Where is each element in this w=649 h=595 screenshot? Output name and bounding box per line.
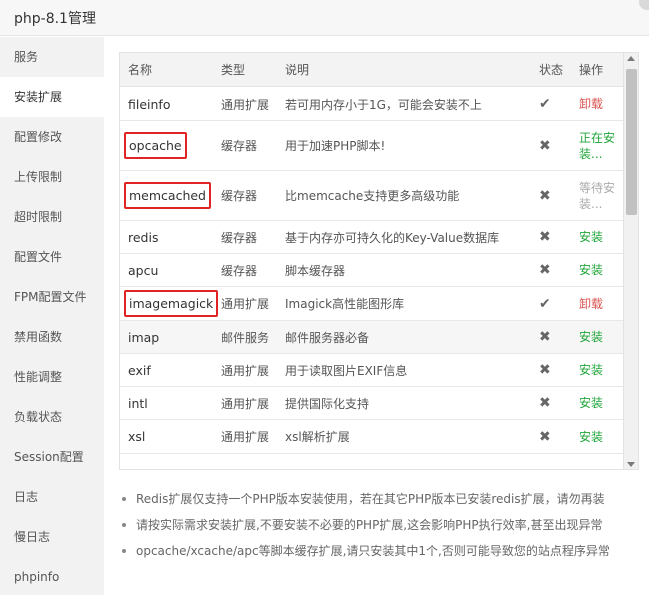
table-row: imagemagick 通用扩展 Imagick高性能图形库 ✔ 卸载 — [120, 287, 623, 321]
sidebar-item[interactable]: 安装扩展 — [0, 77, 104, 117]
extension-name: intl — [128, 395, 148, 411]
scroll-down-icon[interactable] — [627, 462, 635, 467]
extension-type: 邮件服务 — [221, 330, 270, 345]
sidebar-item[interactable]: 配置文件 — [0, 237, 104, 277]
sidebar-item[interactable]: 服务 — [0, 37, 104, 77]
sidebar-item[interactable]: 性能调整 — [0, 357, 104, 397]
sidebar-item[interactable]: phpinfo — [0, 557, 104, 595]
table-scrollbar[interactable] — [623, 53, 638, 469]
extension-type: 通用扩展 — [221, 430, 270, 444]
sidebar-item[interactable]: 上传限制 — [0, 157, 104, 197]
cross-icon: ✖ — [539, 262, 551, 278]
extension-name: apcu — [128, 262, 159, 278]
cross-icon: ✖ — [539, 187, 551, 204]
extension-description: 脚本缓存器 — [285, 263, 346, 278]
tip-item: Redis扩展仅支持一个PHP版本安装使用，若在其它PHP版本已安装redis扩… — [120, 490, 640, 516]
table-row: memcached 缓存器 比memcache支持更多高级功能 ✖ 等待安装... — [120, 171, 623, 221]
extension-action: 正在安装... — [579, 130, 616, 161]
extension-description: 若可用内存小于1G，可能会安装不上 — [285, 97, 482, 112]
table-header: 名称 类型 说明 状态 操作 — [120, 53, 623, 87]
extension-action[interactable]: 卸载 — [579, 296, 603, 312]
extension-type: 缓存器 — [221, 189, 258, 203]
extension-name: xsl — [128, 429, 146, 444]
extension-action[interactable]: 卸载 — [579, 96, 603, 112]
cross-icon: ✖ — [539, 362, 551, 378]
extension-type: 通用扩展 — [221, 97, 270, 112]
cross-icon: ✖ — [539, 329, 551, 345]
sidebar-item[interactable]: FPM配置文件 — [0, 277, 104, 317]
sidebar-item[interactable]: 日志 — [0, 477, 104, 517]
sidebar: 服务 安装扩展 配置修改 上传限制 超时限制 配置文件 FPM配置文件 禁用函数 性能调整 负载状… — [0, 37, 104, 595]
extension-description: xsl解析扩展 — [285, 430, 350, 444]
scrollbar-thumb[interactable] — [626, 69, 637, 215]
tips-list: Redis扩展仅支持一个PHP版本安装使用，若在其它PHP版本已安装redis扩… — [120, 490, 640, 568]
table-body: fileinfo 通用扩展 若可用内存小于1G，可能会安装不上 ✔ 卸载 opcache 缓… — [120, 88, 623, 454]
sidebar-item[interactable]: 负载状态 — [0, 397, 104, 437]
sidebar-item[interactable]: 配置修改 — [0, 117, 104, 157]
cross-icon: ✖ — [539, 428, 551, 445]
column-header-action: 操作 — [579, 63, 604, 77]
extension-action[interactable]: 安装 — [579, 395, 603, 411]
table-row: redis 缓存器 基于内存亦可持久化的Key-Value数据库 ✖ 安装 — [120, 221, 623, 254]
extension-type: 通用扩展 — [221, 363, 270, 378]
extension-description: 用于加速PHP脚本! — [285, 139, 386, 153]
extension-name: redis — [128, 229, 159, 245]
table-row: imap 邮件服务 邮件服务器必备 ✖ 安装 — [120, 321, 623, 354]
extension-action[interactable]: 安装 — [579, 429, 603, 445]
check-icon: ✔ — [539, 96, 551, 112]
extension-type: 缓存器 — [221, 230, 258, 245]
extension-description: 比memcache支持更多高级功能 — [285, 189, 460, 203]
check-icon: ✔ — [539, 295, 551, 312]
column-header-status: 状态 — [539, 63, 564, 77]
extension-name: exif — [128, 362, 151, 378]
extension-action: 等待安装... — [579, 180, 616, 211]
extension-type: 通用扩展 — [221, 297, 270, 311]
extension-description: 用于读取图片EXIF信息 — [285, 363, 408, 378]
table-row: exif 通用扩展 用于读取图片EXIF信息 ✖ 安装 — [120, 354, 623, 387]
window-titlebar: php-8.1管理 — [0, 0, 649, 36]
table-row: opcache 缓存器 用于加速PHP脚本! ✖ 正在安装... — [120, 121, 623, 171]
extension-name: opcache — [124, 132, 187, 159]
column-header-description: 说明 — [285, 63, 310, 77]
extension-action[interactable]: 安装 — [579, 362, 603, 378]
tip-item: 请按实际需求安装扩展,不要安装不必要的PHP扩展,这会影响PHP执行效率,甚至出… — [120, 516, 640, 542]
sidebar-item[interactable]: Session配置 — [0, 437, 104, 477]
extensions-table: 名称 类型 说明 状态 操作 fileinfo 通用扩展 若可用内存小于1G，可能会… — [119, 52, 639, 470]
extension-action[interactable]: 安装 — [579, 229, 603, 245]
column-header-type: 类型 — [221, 63, 246, 77]
extension-description: Imagick高性能图形库 — [285, 297, 405, 311]
extension-name: fileinfo — [128, 96, 171, 112]
cross-icon: ✖ — [539, 137, 551, 154]
window-title: php-8.1管理 — [14, 11, 96, 27]
extension-name: imagemagick — [124, 290, 219, 317]
extension-action[interactable]: 安装 — [579, 262, 603, 278]
table-row: xsl 通用扩展 xsl解析扩展 ✖ 安装 — [120, 420, 623, 454]
table-row: fileinfo 通用扩展 若可用内存小于1G，可能会安装不上 ✔ 卸载 — [120, 88, 623, 121]
table-row: intl 通用扩展 提供国际化支持 ✖ 安装 — [120, 387, 623, 420]
extension-name: memcached — [124, 182, 211, 209]
extension-name: imap — [128, 329, 160, 345]
extension-description: 邮件服务器必备 — [285, 330, 370, 345]
extension-type: 缓存器 — [221, 139, 258, 153]
sidebar-item[interactable]: 禁用函数 — [0, 317, 104, 357]
extension-description: 基于内存亦可持久化的Key-Value数据库 — [285, 230, 500, 245]
sidebar-item[interactable]: 慢日志 — [0, 517, 104, 557]
close-icon[interactable] — [639, 0, 649, 10]
extension-action[interactable]: 安装 — [579, 329, 603, 345]
extension-type: 通用扩展 — [221, 396, 270, 411]
column-header-name: 名称 — [128, 63, 153, 77]
sidebar-item[interactable]: 超时限制 — [0, 197, 104, 237]
scroll-up-icon[interactable] — [627, 56, 635, 61]
extension-description: 提供国际化支持 — [285, 396, 370, 411]
extension-type: 缓存器 — [221, 263, 258, 278]
tip-item: opcache/xcache/apc等脚本缓存扩展,请只安装其中1个,否则可能导… — [120, 542, 640, 568]
cross-icon: ✖ — [539, 229, 551, 245]
table-row: apcu 缓存器 脚本缓存器 ✖ 安装 — [120, 254, 623, 287]
cross-icon: ✖ — [539, 395, 551, 411]
